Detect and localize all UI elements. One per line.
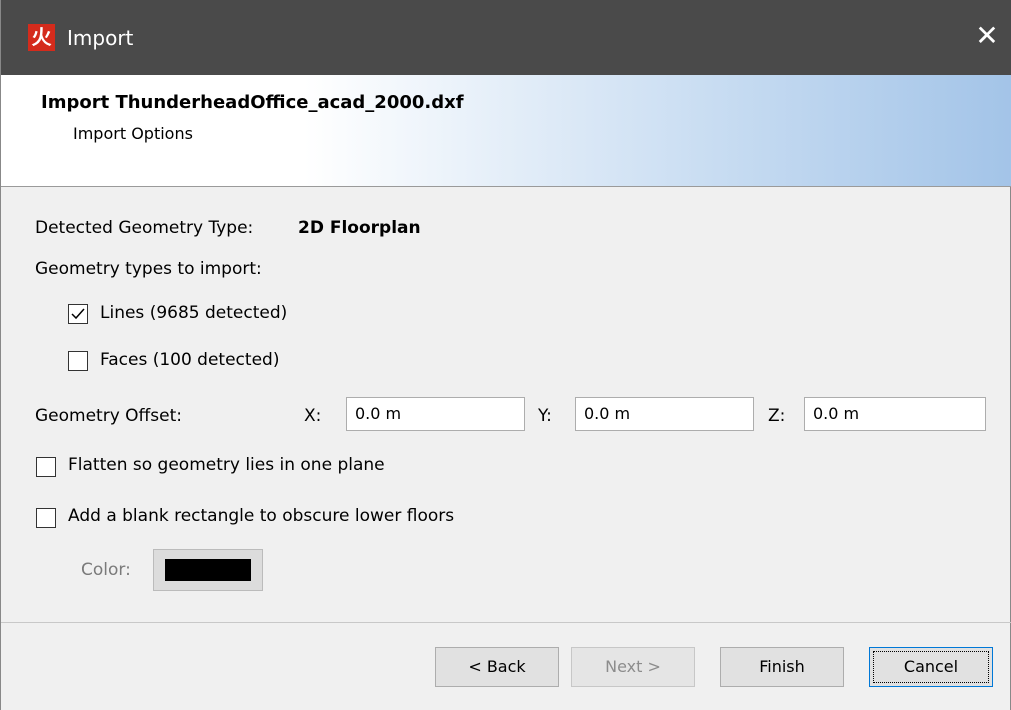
focus-ring bbox=[873, 651, 989, 683]
window-title: Import bbox=[67, 26, 134, 50]
flatten-checkbox[interactable] bbox=[36, 457, 56, 477]
checkmark-icon bbox=[71, 308, 85, 320]
close-button[interactable]: ✕ bbox=[962, 0, 1011, 75]
detected-geometry-label: Detected Geometry Type: bbox=[35, 218, 254, 238]
faces-checkbox-label[interactable]: Faces (100 detected) bbox=[100, 350, 279, 370]
offset-y-label: Y: bbox=[538, 406, 552, 426]
faces-checkbox[interactable] bbox=[68, 351, 88, 371]
color-swatch bbox=[165, 559, 251, 581]
lines-checkbox[interactable] bbox=[68, 304, 88, 324]
offset-z-label: Z: bbox=[768, 406, 786, 426]
next-button[interactable]: Next > bbox=[571, 647, 695, 687]
offset-x-label: X: bbox=[304, 406, 322, 426]
blank-rectangle-checkbox-label[interactable]: Add a blank rectangle to obscure lower f… bbox=[68, 506, 454, 526]
color-label: Color: bbox=[81, 560, 131, 580]
cancel-button[interactable]: Cancel bbox=[869, 647, 993, 687]
blank-rectangle-checkbox[interactable] bbox=[36, 508, 56, 528]
wizard-header: Import ThunderheadOffice_acad_2000.dxf I… bbox=[1, 75, 1011, 187]
wizard-subtitle: Import Options bbox=[73, 124, 193, 143]
lines-checkbox-label[interactable]: Lines (9685 detected) bbox=[100, 303, 287, 323]
offset-z-field[interactable]: 0.0 m bbox=[804, 397, 986, 431]
title-bar[interactable]: 火 Import ✕ bbox=[1, 0, 1011, 75]
offset-x-field[interactable]: 0.0 m bbox=[346, 397, 525, 431]
geometry-offset-label: Geometry Offset: bbox=[35, 406, 182, 426]
flatten-checkbox-label[interactable]: Flatten so geometry lies in one plane bbox=[68, 455, 385, 475]
footer-separator bbox=[1, 622, 1011, 623]
pyrosim-flame-icon: 火 bbox=[28, 24, 55, 51]
detected-geometry-value: 2D Floorplan bbox=[298, 218, 421, 238]
geometry-types-label: Geometry types to import: bbox=[35, 259, 262, 279]
offset-y-field[interactable]: 0.0 m bbox=[575, 397, 754, 431]
wizard-title: Import ThunderheadOffice_acad_2000.dxf bbox=[41, 92, 464, 113]
back-button[interactable]: < Back bbox=[435, 647, 559, 687]
import-dialog: 火 Import ✕ Import ThunderheadOffice_acad… bbox=[0, 0, 1011, 710]
finish-button[interactable]: Finish bbox=[720, 647, 844, 687]
color-picker-button[interactable] bbox=[153, 549, 263, 591]
